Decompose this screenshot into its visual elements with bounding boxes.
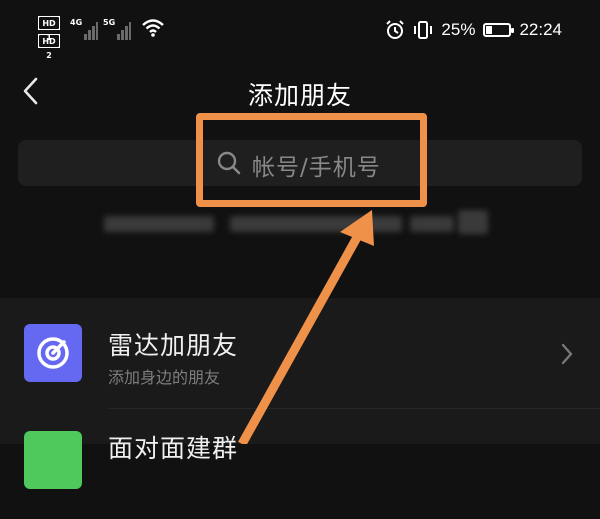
list-item-radar[interactable]: 雷达加朋友 添加身边的朋友	[0, 298, 600, 408]
network-type-2: 5G	[103, 18, 116, 27]
list-item-title: 雷达加朋友	[108, 331, 239, 360]
sim1-indicator: HD 1	[38, 16, 60, 42]
signal-icon: 4G	[70, 18, 98, 44]
clock: 22:24	[519, 20, 562, 39]
battery-percent: 25%	[441, 20, 476, 39]
wifi-icon	[141, 18, 165, 42]
sim2-indicator: HD 2	[38, 34, 60, 60]
redaction-block	[104, 216, 214, 232]
radar-icon	[24, 324, 82, 382]
redaction-block	[410, 216, 454, 232]
alarm-icon	[385, 20, 405, 40]
sim1-label: HD 1	[38, 16, 60, 42]
vibrate-icon	[413, 20, 433, 40]
sim-indicators: HD 1 HD 2	[38, 16, 64, 60]
list-item-title: 面对面建群	[108, 434, 239, 463]
qr-code-icon[interactable]	[458, 210, 488, 234]
add-friend-options: 雷达加朋友 添加身边的朋友 面对面建群	[0, 298, 600, 489]
battery-charging-icon	[483, 23, 515, 37]
status-bar: HD 1 HD 2 4G 5G	[0, 0, 600, 62]
network-type-1: 4G	[70, 18, 83, 27]
page-title: 添加朋友	[247, 81, 352, 110]
list-item-subtitle: 添加身边的朋友	[108, 368, 221, 387]
chevron-right-icon	[560, 342, 574, 366]
list-item-face-to-face-group[interactable]: 面对面建群	[0, 409, 600, 519]
sim2-label: HD 2	[38, 34, 60, 60]
signal-icon-2: 5G	[103, 18, 131, 44]
annotation-highlight-box	[196, 113, 427, 207]
status-bar-right: 25% 22:24	[385, 20, 562, 40]
redaction-block	[230, 216, 402, 232]
my-account-id-redacted	[104, 208, 494, 236]
group-icon	[24, 431, 82, 489]
